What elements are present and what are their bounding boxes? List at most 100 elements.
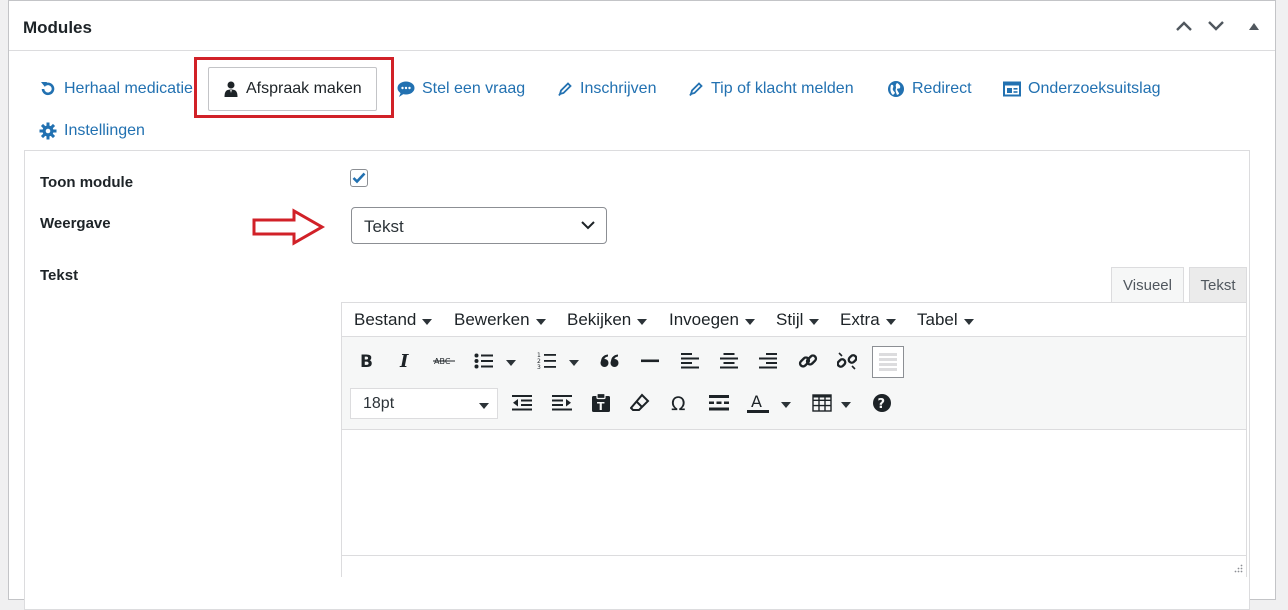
special-character-icon[interactable]: Ω [666,389,694,417]
paste-text-icon[interactable]: T [587,389,615,417]
help-icon[interactable]: ? [868,389,896,417]
align-center-icon[interactable] [715,347,743,375]
editor-tab-visual[interactable]: Visueel [1111,267,1184,303]
horizontal-line-icon[interactable] [636,347,664,375]
bullet-list-dropdown[interactable] [505,347,517,375]
menu-label: Bekijken [567,310,632,329]
text-color-icon[interactable]: A [744,389,772,417]
caret-down-icon [841,402,851,408]
caret-down-icon [809,319,820,325]
tab-label: Instellingen [64,122,145,139]
menu-bekijken[interactable]: Bekijken [567,310,648,330]
menu-label: Bestand [354,310,417,329]
numbered-list-icon[interactable]: 123 [533,347,561,375]
weergave-select[interactable]: Tekst [351,207,607,244]
tab-label: Onderzoeksuitslag [1028,80,1161,97]
panel-header: Modules [9,1,1275,51]
numbered-list-dropdown[interactable] [568,347,580,375]
bold-icon[interactable]: B [352,347,380,375]
tab-afspraak-maken[interactable]: Afspraak maken [208,67,377,111]
menu-label: Invoegen [669,310,739,329]
rich-text-editor: Bestand Bewerken Bekijken Invoegen Stijl… [341,302,1247,577]
tab-label: Redirect [912,80,972,97]
menu-invoegen[interactable]: Invoegen [669,310,755,330]
svg-text:B: B [360,352,373,370]
module-settings: Toon module Weergave Tekst Tekst Visueel… [24,150,1250,610]
chevron-down-icon[interactable] [1205,15,1227,37]
toolbar-toggle-icon[interactable] [872,346,904,378]
caret-down-icon [963,319,974,325]
strikethrough-icon[interactable]: ABC [430,347,458,375]
caret-down-icon [885,319,896,325]
tab-inschrijven[interactable]: Inschrijven [557,80,656,98]
bullet-list-icon[interactable] [470,347,498,375]
link-icon[interactable] [794,347,822,375]
tab-label: Herhaal medicatie [64,80,193,97]
menu-tabel[interactable]: Tabel [917,310,974,330]
tab-label: Stel een vraag [422,80,526,97]
tab-redirect[interactable]: Redirect [887,80,972,98]
caret-down-icon [422,319,433,325]
caret-down-icon [506,360,516,366]
svg-text:A: A [751,392,762,411]
weergave-label: Weergave [40,215,111,232]
person-icon [224,81,238,97]
menu-label: Tabel [917,310,958,329]
tab-herhaal-medicatie[interactable]: Herhaal medicatie [39,80,193,98]
menu-stijl[interactable]: Stijl [776,310,820,330]
tab-instellingen[interactable]: Instellingen [39,122,145,140]
editor-menubar: Bestand Bewerken Bekijken Invoegen Stijl… [342,303,1246,337]
resize-grip-icon[interactable] [1233,564,1243,574]
pencil-icon [558,82,572,96]
editor-tab-text[interactable]: Tekst [1189,267,1247,303]
font-size-value: 18pt [363,395,395,412]
tab-label: Afspraak maken [246,80,362,97]
weergave-selected-value: Tekst [364,217,404,236]
editor-content-area[interactable] [342,431,1246,555]
caret-down-icon [637,319,648,325]
caret-down-icon [781,402,791,408]
menu-label: Stijl [776,310,804,329]
tab-tip-of-klacht-melden[interactable]: Tip of klacht melden [688,80,854,98]
font-size-select[interactable]: 18pt [350,388,498,419]
indent-icon[interactable] [548,389,576,417]
panel-title: Modules [23,18,92,37]
caret-down-icon [744,319,755,325]
blockquote-icon[interactable] [596,347,624,375]
tab-label: Inschrijven [580,80,657,97]
read-more-icon[interactable] [705,389,733,417]
tab-onderzoeksuitslag[interactable]: Onderzoeksuitslag [1003,80,1161,98]
speech-bubble-icon [397,81,415,97]
tab-label: Tip of klacht melden [711,80,854,97]
table-dropdown[interactable] [840,389,852,417]
menu-bewerken[interactable]: Bewerken [454,310,546,330]
menu-bestand[interactable]: Bestand [354,310,433,330]
menu-extra[interactable]: Extra [840,310,896,330]
gear-icon [39,122,57,140]
globe-icon [888,81,904,97]
svg-text:3: 3 [537,364,541,370]
annotation-arrow-icon [252,208,326,251]
triangle-up-icon[interactable] [1243,15,1265,37]
chevron-down-icon [581,221,595,230]
unlink-icon[interactable] [833,347,861,375]
svg-text:T: T [597,400,605,413]
svg-text:?: ? [878,397,886,412]
align-left-icon[interactable] [676,347,704,375]
toon-module-checkbox[interactable] [350,169,368,187]
svg-text:I: I [399,352,409,370]
chevron-up-icon[interactable] [1173,15,1195,37]
caret-down-icon [569,360,579,366]
editor-statusbar [342,555,1246,577]
tab-stel-een-vraag[interactable]: Stel een vraag [397,80,525,98]
table-icon[interactable] [808,389,836,417]
italic-icon[interactable]: I [391,347,419,375]
text-color-dropdown[interactable] [780,389,792,417]
tekst-label: Tekst [40,267,79,284]
align-right-icon[interactable] [754,347,782,375]
modules-panel: Modules Herhaal medicatie Afspraak maken… [8,0,1276,610]
clear-formatting-icon[interactable] [626,389,654,417]
svg-text:Ω: Ω [671,393,686,413]
checkmark-icon [352,172,366,184]
outdent-icon[interactable] [508,389,536,417]
